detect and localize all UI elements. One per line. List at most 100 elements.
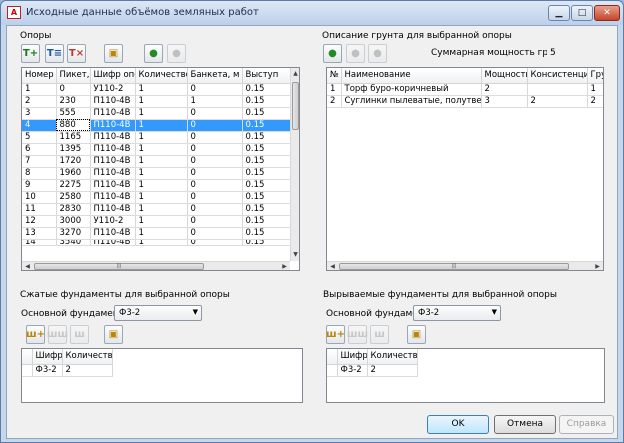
- table-cell[interactable]: 1: [187, 95, 243, 108]
- table-row[interactable]: 12 3000 У110-2 1 0 0.15: [22, 215, 293, 228]
- table-cell[interactable]: У110-2: [90, 215, 136, 228]
- compressed-delete-button[interactable]: ш: [70, 325, 89, 344]
- table-cell[interactable]: 2: [327, 95, 342, 108]
- column-header[interactable]: Консистенция: [527, 68, 588, 84]
- scroll-left-icon[interactable]: ◀: [23, 263, 32, 270]
- column-header[interactable]: Шифр: [32, 349, 63, 365]
- table-cell[interactable]: 0.15: [242, 191, 293, 204]
- table-cell[interactable]: 1165: [56, 131, 91, 144]
- table-row[interactable]: 13 3270 П110-4В 1 0 0.15: [22, 227, 293, 240]
- table-cell[interactable]: 0.15: [242, 107, 293, 120]
- scroll-up-icon[interactable]: ▲: [291, 70, 299, 78]
- column-header[interactable]: Количество: [367, 349, 418, 365]
- table-cell[interactable]: 0: [187, 155, 243, 168]
- table-cell[interactable]: 1: [135, 95, 188, 108]
- table-cell[interactable]: П110-4В: [90, 155, 136, 168]
- table-cell[interactable]: 0.15: [242, 131, 293, 144]
- table-cell[interactable]: 0: [187, 83, 243, 96]
- table-cell[interactable]: 0.15: [242, 83, 293, 96]
- table-cell[interactable]: 3: [22, 107, 57, 120]
- table-cell[interactable]: 0: [56, 83, 91, 96]
- soil-palette-button-3[interactable]: ●: [368, 44, 387, 63]
- column-header[interactable]: Мощность: [481, 68, 528, 84]
- compressed-grid[interactable]: ШифрКоличество Ф3-22: [21, 348, 303, 403]
- column-header[interactable]: Выступ: [242, 68, 293, 84]
- table-cell[interactable]: 880: [56, 119, 91, 132]
- supports-vscroll-thumb[interactable]: [292, 82, 299, 130]
- table-cell[interactable]: 10: [22, 191, 57, 204]
- soil-grid[interactable]: №НаименованиеМощностьКонсистенцияГру 1То…: [326, 67, 604, 271]
- help-button[interactable]: Справка: [559, 415, 614, 434]
- table-row[interactable]: 10 2580 П110-4В 1 0 0.15: [22, 191, 293, 204]
- table-cell[interactable]: 0.15: [242, 203, 293, 216]
- title-bar[interactable]: A Исходные данные объёмов земляных работ…: [1, 1, 623, 25]
- table-cell[interactable]: 0: [187, 215, 243, 228]
- table-row[interactable]: 1 Торф буро-коричневый 2 1: [327, 83, 603, 96]
- table-cell[interactable]: П110-4В: [90, 191, 136, 204]
- table-cell[interactable]: Ф3-2: [337, 364, 368, 377]
- ok-button[interactable]: OK: [427, 415, 489, 434]
- table-cell[interactable]: 0: [187, 143, 243, 156]
- minimize-button[interactable]: ▁: [548, 5, 570, 21]
- table-cell[interactable]: 0.15: [242, 143, 293, 156]
- scroll-right-icon[interactable]: ▶: [593, 263, 602, 270]
- table-cell[interactable]: 1: [327, 83, 342, 96]
- table-cell[interactable]: [527, 83, 588, 96]
- table-cell[interactable]: П110-4В: [90, 167, 136, 180]
- table-cell[interactable]: 3270: [56, 227, 91, 240]
- table-cell[interactable]: 2580: [56, 191, 91, 204]
- table-cell[interactable]: 1: [135, 239, 188, 246]
- compressed-import-button[interactable]: ▣: [104, 325, 123, 344]
- table-cell[interactable]: П110-4В: [90, 131, 136, 144]
- table-row[interactable]: Ф3-2 2: [327, 364, 604, 377]
- pulled-grid[interactable]: ШифрКоличество Ф3-22: [326, 348, 605, 403]
- table-cell[interactable]: 6: [22, 143, 57, 156]
- palette-button[interactable]: ●: [144, 44, 163, 63]
- table-cell[interactable]: 14: [22, 239, 57, 246]
- cancel-button[interactable]: Отмена: [494, 415, 556, 434]
- table-cell[interactable]: 0.15: [242, 119, 293, 132]
- table-cell[interactable]: 0: [187, 227, 243, 240]
- table-cell[interactable]: 3: [481, 95, 528, 108]
- pulled-edit-button[interactable]: шш: [347, 325, 368, 344]
- column-header[interactable]: Пикет, м: [56, 68, 91, 84]
- table-cell[interactable]: 12: [22, 215, 57, 228]
- scroll-down-icon[interactable]: ▼: [291, 251, 299, 259]
- delete-row-button[interactable]: T×: [67, 44, 86, 63]
- table-row[interactable]: 2Суглинки пылеватые, полутвердые322: [327, 95, 603, 108]
- table-cell[interactable]: 8: [22, 167, 57, 180]
- table-cell[interactable]: 1: [22, 83, 57, 96]
- table-cell[interactable]: 0.15: [242, 227, 293, 240]
- table-cell[interactable]: 0.15: [242, 95, 293, 108]
- table-row[interactable]: 3 555 П110-4В 1 0 0.15: [22, 107, 293, 120]
- table-cell[interactable]: 2: [367, 364, 418, 377]
- table-cell[interactable]: 2: [587, 95, 603, 108]
- table-cell[interactable]: 7: [22, 155, 57, 168]
- table-cell[interactable]: 0.15: [242, 179, 293, 192]
- table-cell[interactable]: 2: [62, 364, 113, 377]
- table-cell[interactable]: 0: [187, 167, 243, 180]
- table-cell[interactable]: 0.15: [242, 215, 293, 228]
- add-row-button[interactable]: T+: [21, 44, 40, 63]
- table-row[interactable]: 9 2275 П110-4В 1 0 0.15: [22, 179, 293, 192]
- table-row[interactable]: 1 0 У110-2 1 0 0.15: [22, 83, 293, 96]
- table-cell[interactable]: 1: [135, 191, 188, 204]
- table-cell[interactable]: 0: [187, 179, 243, 192]
- column-header[interactable]: Количество: [62, 349, 113, 365]
- supports-hscroll[interactable]: ◀ ||| ▶: [22, 261, 290, 270]
- table-row-partial[interactable]: 14 3540 П110-4В 1 0 0.15: [22, 239, 293, 246]
- table-cell[interactable]: 2: [481, 83, 528, 96]
- table-cell[interactable]: 2: [22, 95, 57, 108]
- column-header[interactable]: №: [327, 68, 342, 84]
- table-cell[interactable]: П110-4В: [90, 239, 136, 246]
- table-cell[interactable]: 0: [187, 191, 243, 204]
- table-cell[interactable]: 0: [187, 131, 243, 144]
- palette-secondary-button[interactable]: ●: [167, 44, 186, 63]
- table-cell[interactable]: 0: [187, 203, 243, 216]
- insert-row-button[interactable]: T≡: [45, 44, 64, 63]
- table-cell[interactable]: 9: [22, 179, 57, 192]
- table-cell[interactable]: 1960: [56, 167, 91, 180]
- soil-hscroll-thumb[interactable]: |||: [339, 263, 569, 270]
- table-row[interactable]: 8 1960 П110-4В 1 0 0.15: [22, 167, 293, 180]
- table-cell[interactable]: 230: [56, 95, 91, 108]
